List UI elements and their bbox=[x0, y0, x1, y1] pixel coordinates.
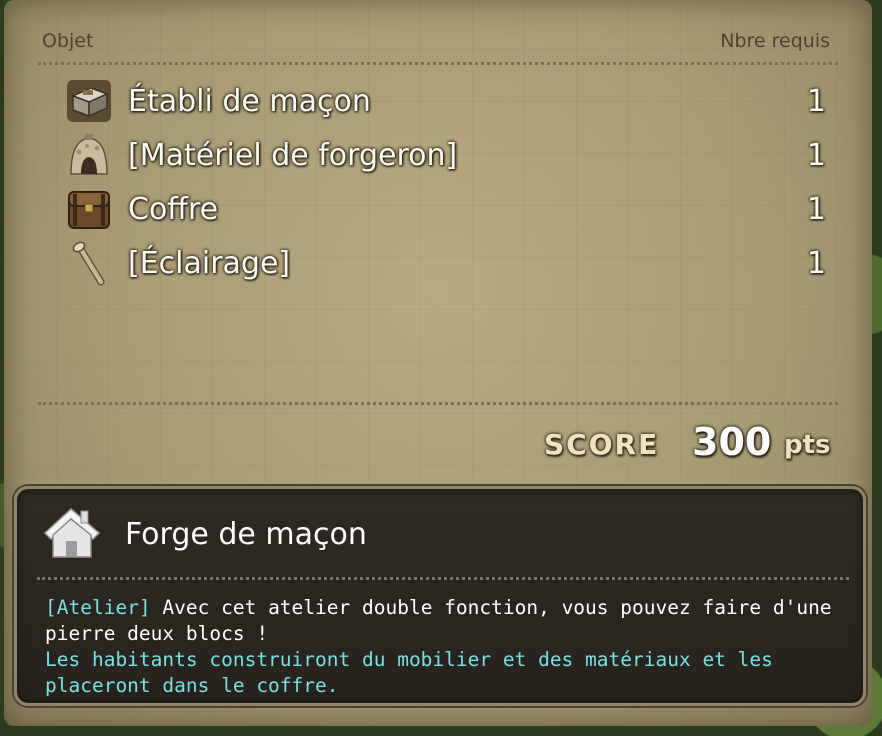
item-count: 1 bbox=[806, 191, 826, 227]
description-line: placeront dans le coffre. bbox=[45, 674, 339, 697]
description-text: [Atelier] Avec cet atelier double foncti… bbox=[45, 595, 839, 699]
score-unit: pts bbox=[784, 430, 831, 460]
column-header-required: Nbre requis bbox=[720, 30, 830, 52]
item-name: [Éclairage] bbox=[128, 245, 291, 281]
item-count: 1 bbox=[806, 137, 826, 173]
item-name: Établi de maçon bbox=[128, 83, 371, 119]
workbench-icon bbox=[64, 77, 114, 125]
list-item[interactable]: Établi de maçon 1 bbox=[64, 76, 826, 126]
item-name: [Matériel de forgeron] bbox=[128, 137, 458, 173]
description-divider bbox=[37, 577, 849, 580]
score-divider bbox=[38, 402, 838, 405]
item-name: Coffre bbox=[128, 191, 219, 227]
torch-icon bbox=[64, 239, 114, 287]
category-tag: [Atelier] bbox=[45, 596, 151, 619]
item-count: 1 bbox=[806, 83, 826, 119]
column-header-item: Objet bbox=[42, 30, 94, 52]
forge-icon bbox=[64, 131, 114, 179]
list-item[interactable]: [Éclairage] 1 bbox=[64, 238, 826, 288]
score-value: 300 bbox=[692, 420, 772, 464]
list-item[interactable]: [Matériel de forgeron] 1 bbox=[64, 130, 826, 180]
description-line: pierre deux blocs ! bbox=[45, 622, 269, 645]
chest-icon bbox=[64, 185, 114, 233]
house-icon bbox=[41, 505, 103, 565]
description-line: Avec cet atelier double fonction, vous p… bbox=[150, 596, 832, 619]
building-title: Forge de maçon bbox=[125, 517, 367, 552]
score-label: SCORE bbox=[544, 428, 660, 461]
description-line: Les habitants construiront du mobilier e… bbox=[45, 648, 773, 671]
header-divider bbox=[38, 62, 838, 65]
description-panel: Forge de maçon [Atelier] Avec cet atelie… bbox=[14, 486, 866, 706]
item-count: 1 bbox=[806, 245, 826, 281]
list-item[interactable]: Coffre 1 bbox=[64, 184, 826, 234]
